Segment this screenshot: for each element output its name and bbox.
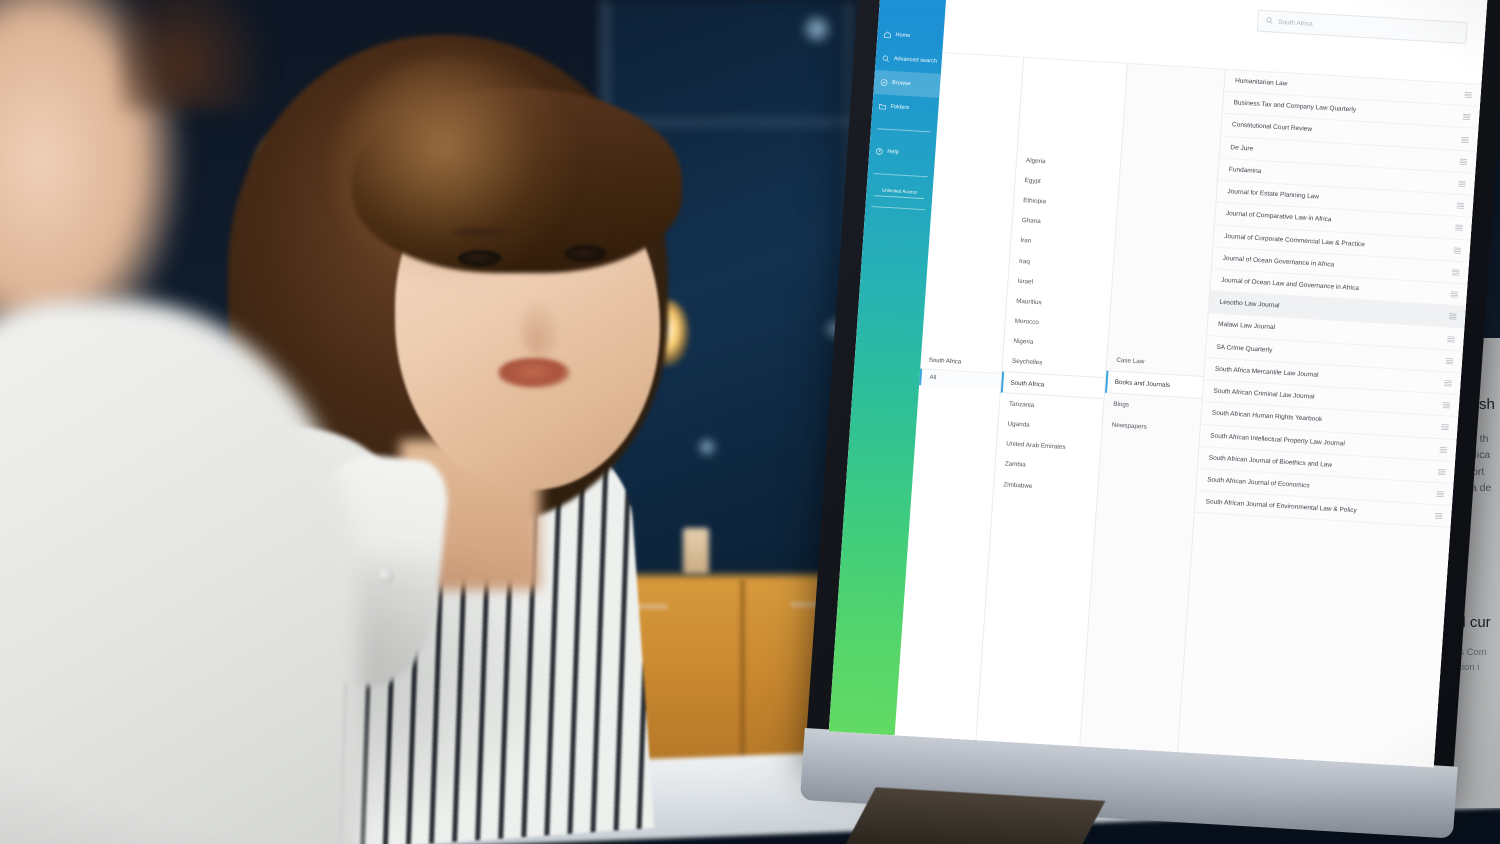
list-icon[interactable] <box>1434 511 1444 521</box>
list-icon[interactable] <box>1457 179 1467 189</box>
journal-title: Constitutional Court Review <box>1231 121 1313 134</box>
sidebar-item-folders-label: Folders <box>890 103 910 112</box>
hair-highlight <box>330 55 580 285</box>
list-icon[interactable] <box>1446 334 1456 344</box>
sidebar-item-home-label: Home <box>895 32 911 40</box>
journal-title: South African Journal of Environmental L… <box>1205 498 1358 515</box>
nose <box>520 300 562 356</box>
search-icon <box>1265 16 1274 26</box>
sidebar-divider-3 <box>871 206 926 211</box>
browse-icon <box>880 78 889 86</box>
eye-left <box>458 250 502 267</box>
content-area: South Africa South Africa All Algeria Egy… <box>894 0 1488 768</box>
sidebar-item-help[interactable]: Help <box>868 139 936 167</box>
journal-title: Journal for Estate Planning Law <box>1227 188 1320 201</box>
sidebar-item-help-label: Help <box>887 148 899 156</box>
journal-title: South African Journal of Bioethics and L… <box>1208 454 1333 469</box>
journal-title: Business Tax and Company Law Quarterly <box>1233 99 1357 114</box>
content-type-item[interactable]: Newspapers <box>1102 414 1200 441</box>
search-icon <box>882 54 891 62</box>
eyebrow-left <box>452 228 508 237</box>
search-input[interactable]: South Africa <box>1256 9 1468 45</box>
browse-columns: South Africa All Algeria Egypt Ethiopia Gha… <box>894 52 1482 768</box>
list-icon[interactable] <box>1459 157 1469 167</box>
list-icon[interactable] <box>1439 445 1449 455</box>
list-icon[interactable] <box>1460 134 1470 144</box>
screenshot-stage: the sh ating th g indica report ain a de… <box>0 0 1500 844</box>
foreground-hair <box>120 0 270 110</box>
list-icon[interactable] <box>1435 489 1445 499</box>
list-icon[interactable] <box>1451 267 1461 277</box>
list-icon[interactable] <box>1445 356 1455 366</box>
list-icon[interactable] <box>1437 467 1447 477</box>
sidebar-item-folders[interactable]: Folders <box>872 94 940 122</box>
folder-icon <box>878 102 887 110</box>
journal-title: Journal of Ocean Law and Governance in A… <box>1220 276 1360 293</box>
journal-title: Humanitarian Law <box>1234 77 1288 88</box>
help-icon <box>875 147 884 155</box>
list-icon[interactable] <box>1443 378 1453 388</box>
sidebar-item-advanced-search-label: Advanced search <box>893 56 938 65</box>
journal-title: Lesotho Law Journal <box>1219 299 1280 310</box>
eyebrow-right <box>560 222 612 231</box>
list-icon[interactable] <box>1463 90 1473 100</box>
sidebar-divider-2 <box>873 173 928 178</box>
journal-title: Malawi Law Journal <box>1217 321 1276 332</box>
lips <box>498 358 570 388</box>
journal-title: South African Intellectual Property Law … <box>1210 432 1346 447</box>
ceiling-light-3 <box>696 436 718 458</box>
sidebar-item-browse-label: Browse <box>891 80 911 88</box>
list-icon[interactable] <box>1456 201 1466 211</box>
journal-title: South African Journal of Economics <box>1206 476 1310 490</box>
home-icon <box>883 30 892 39</box>
journal-title: Fundamina <box>1228 166 1262 175</box>
sidebar-divider-1 <box>876 128 931 133</box>
coffee-cup <box>683 528 709 574</box>
ceiling-light-1 <box>800 12 834 46</box>
journal-title: South Africa Mercantile Law Journal <box>1214 365 1319 379</box>
monitor-screen: v|lex Home Advanced search <box>828 0 1488 768</box>
journal-title: SA Crime Quarterly <box>1216 343 1273 354</box>
computer-monitor: v|lex Home Advanced search <box>799 0 1500 844</box>
journal-title: Journal of Corporate Commercial Law & Pr… <box>1223 232 1366 248</box>
list-icon[interactable] <box>1449 290 1459 300</box>
search-input-value: South Africa <box>1278 18 1313 28</box>
vlex-application: v|lex Home Advanced search <box>828 0 1488 768</box>
unlimited-access-badge[interactable]: Unlimited Access <box>874 184 925 200</box>
scope-item-all[interactable]: All <box>919 368 1002 390</box>
journal-title: De Jure <box>1230 143 1254 153</box>
eye-right <box>565 245 607 262</box>
list-icon[interactable] <box>1454 223 1464 233</box>
list-icon[interactable] <box>1440 423 1450 433</box>
journal-title: Journal of Ocean Governance in Africa <box>1222 254 1335 269</box>
list-icon[interactable] <box>1453 245 1463 255</box>
list-icon[interactable] <box>1442 400 1452 410</box>
journal-title: South African Criminal Law Journal <box>1213 387 1315 401</box>
list-icon[interactable] <box>1462 112 1472 122</box>
list-icon[interactable] <box>1448 312 1458 322</box>
journal-title: South African Human Rights Yearbook <box>1211 409 1323 424</box>
journal-title: Journal of Comparative Law in Africa <box>1225 210 1332 224</box>
journal-list[interactable]: Humanitarian Law Business Tax and Company… <box>1178 69 1482 768</box>
